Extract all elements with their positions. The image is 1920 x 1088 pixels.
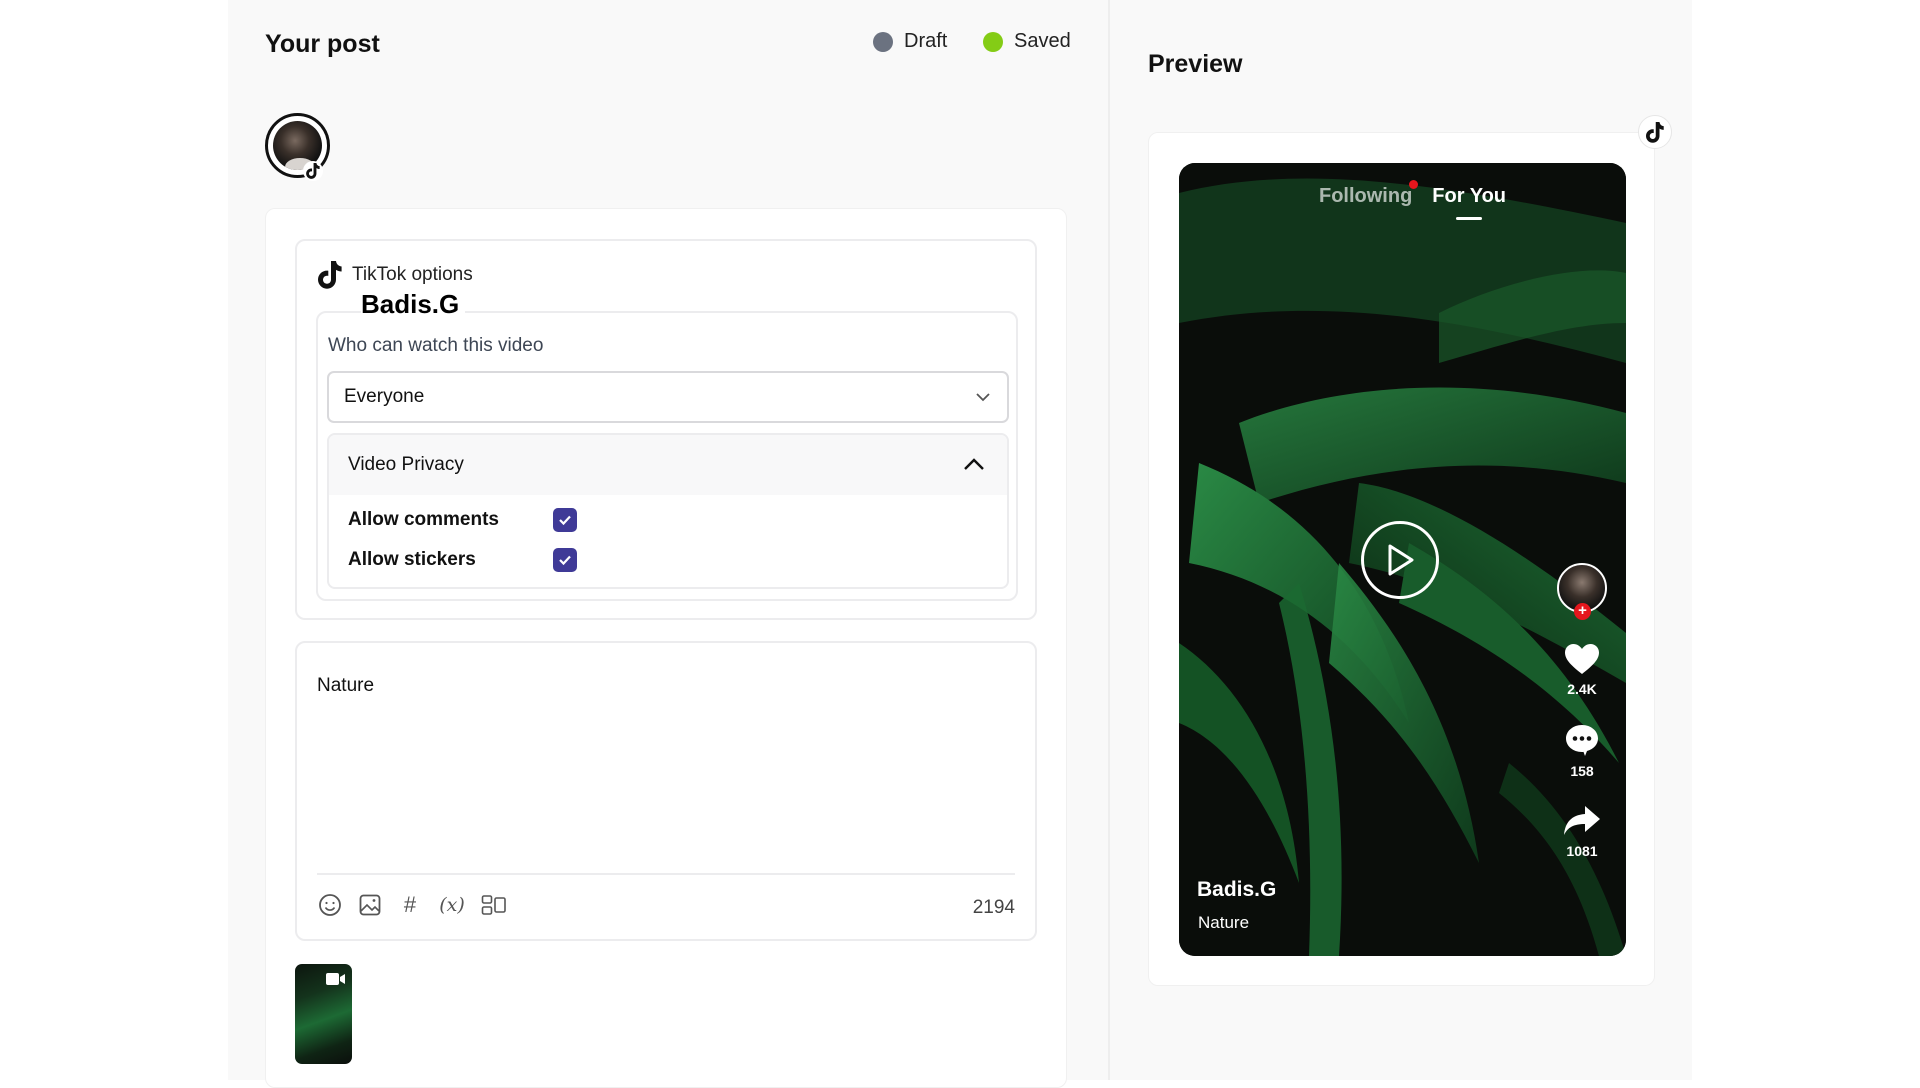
allow-stickers-row: Allow stickers [348, 548, 577, 572]
side-actions: + 2.4K 158 1081 [1556, 563, 1608, 859]
tiktok-icon [303, 161, 323, 181]
like-count: 2.4K [1567, 681, 1597, 697]
heart-icon [1565, 644, 1599, 674]
media-thumbnail[interactable] [295, 964, 352, 1064]
snippet-icon[interactable] [481, 891, 507, 919]
caption-text[interactable]: Nature [317, 675, 374, 697]
creator-avatar[interactable]: + [1557, 563, 1607, 620]
image-icon[interactable] [357, 891, 383, 919]
allow-comments-checkbox[interactable] [553, 508, 577, 532]
tiktok-options-title: TikTok options [352, 264, 473, 285]
follow-plus-icon[interactable]: + [1574, 603, 1591, 620]
draft-status-label: Draft [904, 30, 948, 52]
editor-toolbar: # (x) [317, 891, 507, 919]
visibility-label: Who can watch this video [328, 335, 544, 356]
video-privacy-title: Video Privacy [348, 454, 464, 475]
video-camera-icon [326, 973, 345, 985]
chevron-down-icon [976, 393, 990, 402]
feed-tabs: Following For You [1179, 180, 1626, 220]
checkmark-icon [559, 555, 571, 566]
saved-status-label: Saved [1014, 30, 1071, 52]
comment-icon [1566, 725, 1598, 756]
preview-caption: Nature [1198, 913, 1250, 932]
allow-comments-label: Allow comments [348, 509, 499, 530]
video-privacy-section: Video Privacy Allow comments Allow stick… [327, 433, 1009, 589]
preview-card: Following For You + 2.4K 158 1081 Badis.… [1148, 132, 1655, 986]
share-count: 1081 [1566, 843, 1598, 859]
editor-divider [317, 873, 1015, 875]
visibility-value: Everyone [344, 386, 425, 407]
tiktok-platform-icon [1638, 115, 1672, 149]
caption-editor[interactable]: Nature # (x) 2194 [295, 641, 1037, 941]
share-icon [1564, 806, 1600, 835]
emoji-icon[interactable] [317, 891, 343, 919]
preview-title: Preview [1148, 50, 1243, 78]
visibility-select[interactable]: Everyone [327, 371, 1009, 423]
draft-status-dot [873, 31, 893, 52]
tiktok-options-card: TikTok options Badis.G Who can watch thi… [295, 239, 1037, 620]
allow-stickers-label: Allow stickers [348, 549, 476, 570]
visibility-settings: Who can watch this video Everyone Video … [316, 311, 1018, 601]
selected-account-avatar[interactable] [265, 113, 330, 181]
like-action[interactable]: 2.4K [1564, 643, 1600, 697]
character-count: 2194 [972, 897, 1015, 918]
allow-comments-row: Allow comments [348, 508, 577, 532]
comment-count: 158 [1570, 763, 1594, 779]
post-editor-pane: Your post Draft Saved TikTok options Bad… [228, 0, 1108, 1088]
tiktok-phone-preview: Following For You + 2.4K 158 1081 Badis.… [1179, 163, 1626, 956]
tiktok-logo-icon [318, 261, 342, 289]
notification-dot [1409, 180, 1419, 189]
variable-icon[interactable]: (x) [437, 891, 467, 919]
post-composer: Your post Draft Saved TikTok options Bad… [228, 0, 1692, 1088]
hashtag-icon[interactable]: # [397, 891, 423, 919]
allow-stickers-checkbox[interactable] [553, 548, 577, 572]
video-privacy-toggle[interactable]: Video Privacy [329, 435, 1007, 495]
chevron-up-icon [964, 458, 984, 470]
preview-pane: Preview Following For You + 2.4K 158 108… [1110, 0, 1692, 1080]
play-button[interactable] [1361, 521, 1439, 599]
page-title: Your post [265, 30, 380, 58]
preview-username: Badis.G [1197, 878, 1277, 901]
post-form-card: TikTok options Badis.G Who can watch thi… [265, 208, 1067, 1088]
tab-for-you[interactable]: For You [1432, 185, 1506, 220]
tiktok-options-header: TikTok options [318, 261, 473, 289]
play-icon [1388, 544, 1414, 576]
checkmark-icon [559, 515, 571, 526]
share-action[interactable]: 1081 [1563, 805, 1601, 859]
tab-following-label: Following [1318, 185, 1413, 207]
status-draft: Draft [873, 30, 947, 53]
account-name: Badis.G [361, 289, 466, 320]
status-saved: Saved [983, 30, 1071, 53]
tab-following[interactable]: Following [1318, 180, 1419, 208]
comment-action[interactable]: 158 [1564, 723, 1600, 779]
saved-status-dot [983, 31, 1003, 52]
